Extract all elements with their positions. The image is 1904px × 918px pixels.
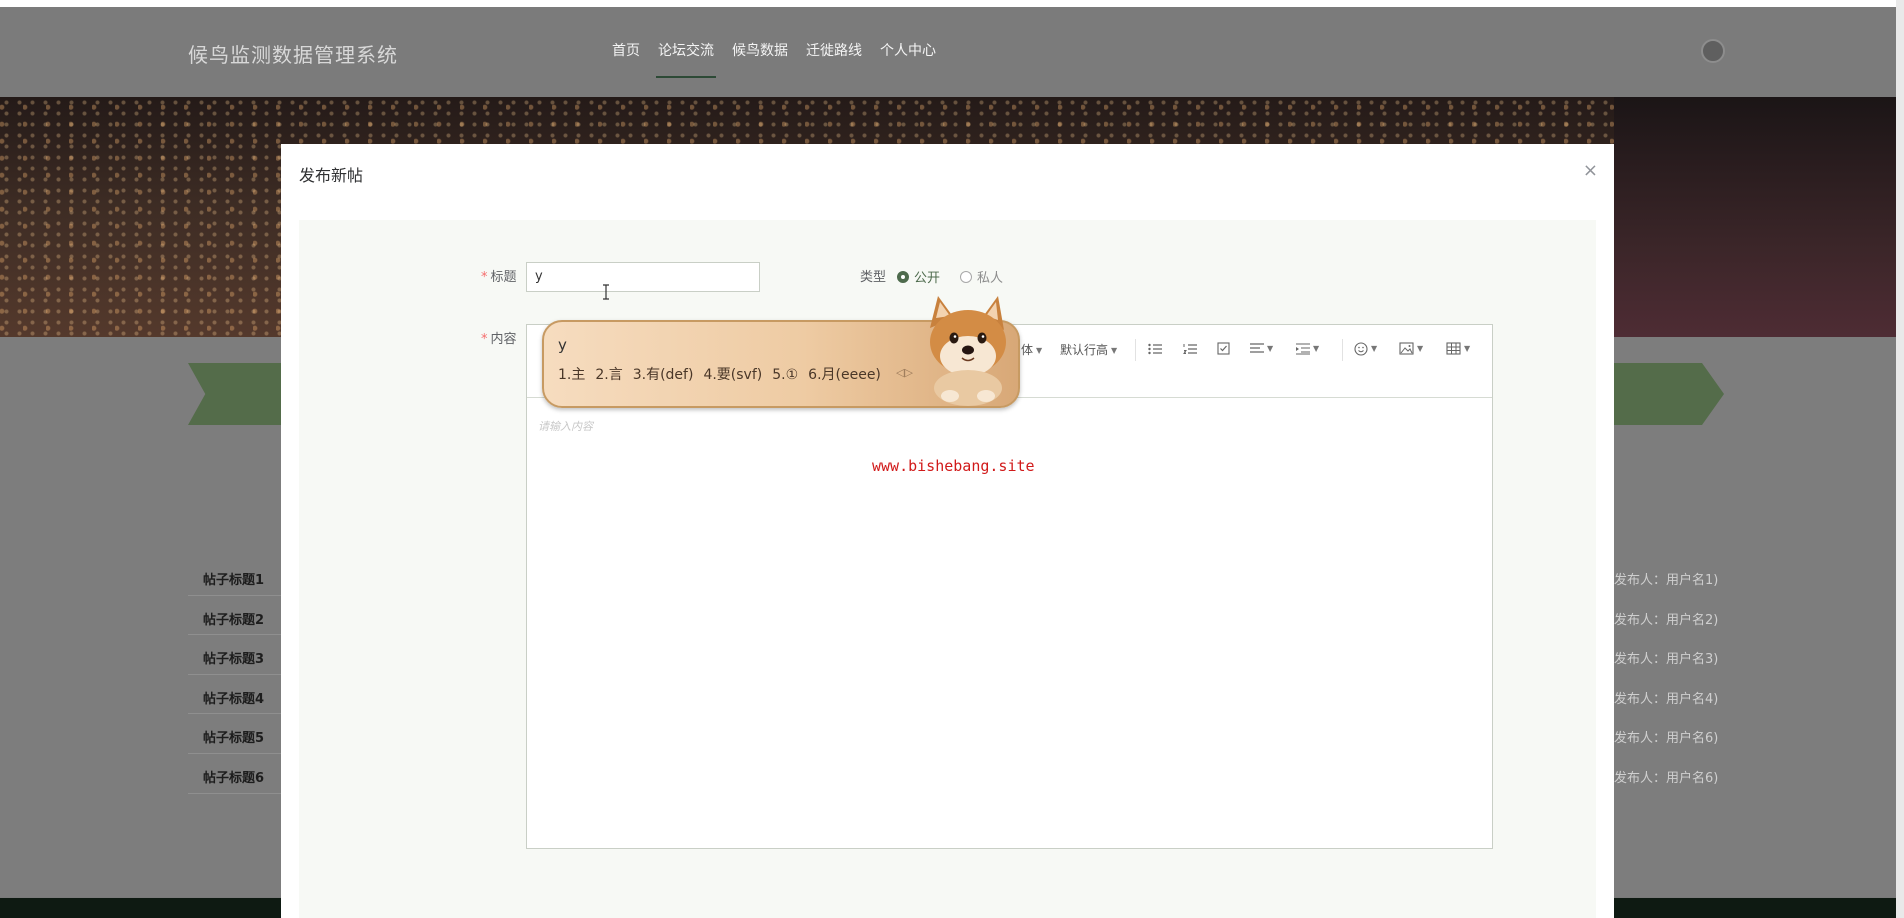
type-public-radio[interactable]: 公开 [897,267,940,286]
banner-right-segment [1614,97,1896,337]
ime-candidate-6[interactable]: 6.月(eeee) [808,367,881,383]
nav-bird-data[interactable]: 候鸟数据 [730,40,790,78]
ime-composition: y [558,336,567,354]
table-icon[interactable]: ▼ [1446,341,1470,355]
title-label: * 标题 [481,270,517,285]
numbered-list-icon[interactable] [1183,341,1197,355]
ime-candidate-window: y 1.主 2.言 3.有(def) 4.要(svf) 5.① 6.月(eeee) ◁▷ [542,296,1020,408]
type-private-radio[interactable]: 私人 [960,267,1003,286]
ime-candidate-4[interactable]: 4.要(svf) [703,367,762,383]
dialog-title: 发布新帖 [299,166,364,185]
main-nav: 首页 论坛交流 候鸟数据 迁徙路线 个人中心 [610,40,938,78]
font-family-select[interactable]: 体 ▼ [1021,341,1042,358]
ime-candidate-5[interactable]: 5.① [772,367,798,383]
ime-candidates: 1.主 2.言 3.有(def) 4.要(svf) 5.① 6.月(eeee) [558,364,891,384]
post-author-2: 发布人：用户名2) [1614,613,1719,628]
section-ribbon-right [1614,363,1724,425]
emoji-icon[interactable]: ▼ [1354,341,1377,356]
nav-forum[interactable]: 论坛交流 [656,40,716,78]
post-author-1: 发布人：用户名1) [1614,573,1719,588]
content-label: * 内容 [481,332,517,347]
nav-home[interactable]: 首页 [610,40,642,78]
post-title-1[interactable]: 帖子标题1 [203,569,264,588]
post-title-6[interactable]: 帖子标题6 [203,767,264,786]
site-header: 候鸟监测数据管理系统 首页 论坛交流 候鸟数据 迁徙路线 个人中心 [0,7,1896,97]
todo-checkbox-icon[interactable] [1217,341,1230,355]
radio-checked-icon [897,270,909,283]
post-author-5: 发布人：用户名6) [1614,731,1719,746]
ime-candidate-2[interactable]: 2.言 [595,367,622,383]
avatar[interactable] [1701,39,1725,63]
scrollbar-track[interactable] [1896,0,1904,918]
type-label: 类型 [860,270,887,285]
required-asterisk: * [481,332,488,347]
ime-candidate-1[interactable]: 1.主 [558,367,585,383]
post-author-6: 发布人：用户名6) [1614,771,1719,786]
post-author-3: 发布人：用户名3) [1614,652,1719,667]
toolbar-separator [1342,339,1343,361]
ime-candidate-3[interactable]: 3.有(def) [633,367,694,383]
content-placeholder: 请输入内容 [538,420,593,433]
nav-personal-center[interactable]: 个人中心 [878,40,938,78]
watermark-text: www.bishebang.site [872,457,1035,475]
image-icon[interactable]: ▼ [1399,341,1423,355]
align-icon[interactable]: ▼ [1250,341,1273,355]
radio-unchecked-icon [960,270,972,283]
site-title: 候鸟监测数据管理系统 [188,43,398,67]
shiba-dog-skin-image [930,296,1006,406]
toolbar-separator [1135,339,1136,361]
bullet-list-icon[interactable] [1148,341,1162,355]
text-cursor-icon [603,284,609,300]
indent-icon[interactable]: ▼ [1296,341,1319,355]
required-asterisk: * [481,270,488,285]
ime-page-arrows-icon[interactable]: ◁▷ [896,366,913,379]
title-input[interactable]: y [526,262,760,292]
line-height-select[interactable]: 默认行高 ▼ [1060,341,1117,358]
post-author-4: 发布人：用户名4) [1614,692,1719,707]
post-title-5[interactable]: 帖子标题5 [203,727,264,746]
top-strip [0,0,1904,7]
post-title-2[interactable]: 帖子标题2 [203,609,264,628]
nav-migration-route[interactable]: 迁徙路线 [804,40,864,78]
post-title-3[interactable]: 帖子标题3 [203,648,264,667]
close-icon[interactable]: × [1583,160,1598,181]
post-title-4[interactable]: 帖子标题4 [203,688,264,707]
